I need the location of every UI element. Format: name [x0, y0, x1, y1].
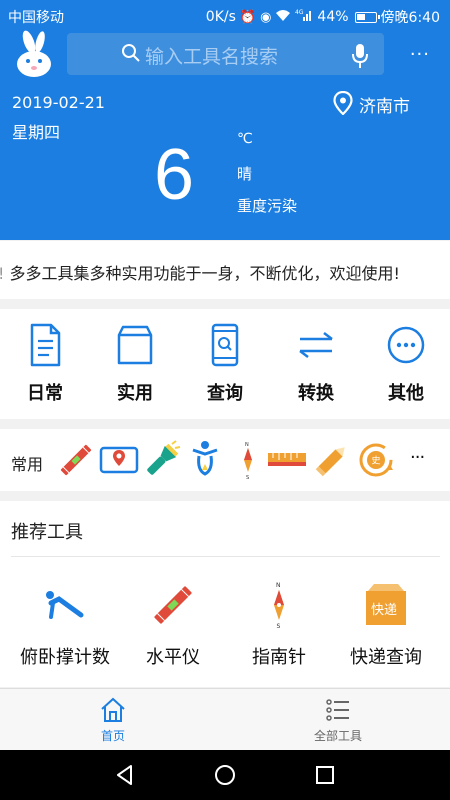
- city-label[interactable]: 济南市: [359, 92, 410, 117]
- battery-icon: [354, 11, 380, 23]
- home-circle-icon[interactable]: [214, 764, 236, 786]
- tab-label: 全部工具: [313, 729, 362, 743]
- category-other[interactable]: 其他: [371, 323, 441, 405]
- svg-text:N: N: [245, 442, 249, 448]
- category-label: 其他: [388, 383, 424, 404]
- tool-express-query[interactable]: 快递 快递查询: [331, 581, 441, 669]
- weekday-label: 星期四: [12, 123, 61, 142]
- body-icon[interactable]: [185, 440, 225, 480]
- frequent-tools-row: 常用 N S 史 ···: [0, 429, 450, 491]
- phone-location-icon[interactable]: [99, 440, 139, 480]
- pencil-icon[interactable]: [312, 440, 352, 480]
- microphone-icon[interactable]: [351, 43, 369, 69]
- tool-label: 俯卧撑计数: [20, 647, 110, 668]
- category-label: 日常: [27, 383, 63, 404]
- history-icon[interactable]: 史: [356, 440, 396, 480]
- divider: [11, 556, 440, 557]
- swap-arrows-icon: [299, 332, 333, 358]
- document-icon: [30, 323, 61, 367]
- battery-percent: 44%: [317, 9, 349, 25]
- status-bar: 中国移动 0K/s ⏰ ◉ 4G 44% 傍晚6:40: [0, 0, 450, 32]
- home-icon: [101, 697, 125, 722]
- svg-text:N: N: [276, 582, 281, 589]
- status-right: 0K/s ⏰ ◉ 4G 44% 傍晚6:40: [206, 7, 440, 27]
- recommended-section: 推荐工具 俯卧撑计数 水平仪 N S 指南针 快递 快递查询: [0, 501, 450, 687]
- system-navigation-bar: [0, 750, 450, 800]
- bottom-tab-bar: 首页 全部工具: [0, 688, 450, 750]
- frequent-more-icon[interactable]: ···: [410, 447, 425, 468]
- box-icon: [117, 325, 153, 365]
- more-menu-icon[interactable]: ···: [410, 44, 430, 65]
- compass-needle-icon: N S: [274, 582, 284, 629]
- tab-home[interactable]: 首页: [63, 697, 163, 744]
- category-daily[interactable]: 日常: [10, 323, 80, 405]
- phone-search-icon: [211, 323, 239, 367]
- recent-apps-icon[interactable]: [314, 764, 336, 786]
- rabbit-logo-icon[interactable]: [12, 30, 56, 78]
- announcement-marquee: ! 多多工具集多种实用功能于一身，不断优化，欢迎使用!: [0, 241, 450, 299]
- air-quality: 重度污染: [237, 197, 298, 215]
- wifi-icon: [275, 9, 291, 25]
- search-bar[interactable]: 输入工具名搜索: [67, 33, 384, 75]
- section-title: 推荐工具: [11, 522, 83, 543]
- category-label: 实用: [117, 383, 153, 404]
- compass-icon[interactable]: N S: [228, 440, 268, 480]
- category-label: 查询: [207, 383, 243, 404]
- alarm-icon: ⏰: [239, 9, 257, 25]
- package-badge-text: 快递: [371, 603, 397, 618]
- svg-text:S: S: [277, 623, 281, 629]
- back-icon[interactable]: [114, 764, 136, 786]
- carrier-label: 中国移动: [8, 10, 64, 26]
- announcement-text: ! 多多工具集多种实用功能于一身，不断优化，欢迎使用!: [0, 260, 400, 284]
- svg-text:S: S: [246, 475, 249, 480]
- weather-header: 中国移动 0K/s ⏰ ◉ 4G 44% 傍晚6:40 输入工具名搜索 ··· …: [0, 0, 450, 240]
- weather-condition: 晴: [237, 165, 253, 183]
- pushup-icon: [46, 591, 84, 619]
- eye-icon: ◉: [260, 9, 272, 25]
- tab-label: 首页: [100, 729, 125, 743]
- flashlight-icon[interactable]: [142, 440, 182, 480]
- list-icon: [326, 699, 349, 721]
- category-convert[interactable]: 转换: [281, 323, 351, 405]
- category-practical[interactable]: 实用: [100, 323, 170, 405]
- category-query[interactable]: 查询: [190, 323, 260, 405]
- frequent-label: 常用: [11, 455, 44, 474]
- temperature-unit: ℃: [237, 131, 253, 147]
- tool-label: 快递查询: [350, 647, 422, 668]
- package-icon: 快递: [366, 584, 406, 625]
- svg-text:史: 史: [372, 455, 381, 467]
- tool-label: 水平仪: [146, 647, 200, 668]
- level-icon: [154, 586, 192, 624]
- temperature-value: 6: [154, 135, 195, 215]
- tool-compass[interactable]: N S 指南针: [224, 581, 334, 669]
- tool-level[interactable]: 水平仪: [118, 581, 228, 669]
- ruler-icon[interactable]: [267, 440, 307, 480]
- level-icon[interactable]: [56, 440, 96, 480]
- search-input[interactable]: 输入工具名搜索: [145, 42, 278, 69]
- network-speed: 0K/s: [205, 9, 236, 25]
- category-label: 转换: [298, 383, 334, 404]
- tool-label: 指南针: [252, 647, 306, 668]
- clock: 傍晚6:40: [380, 10, 440, 26]
- tool-pushup-counter[interactable]: 俯卧撑计数: [10, 581, 120, 669]
- more-circle-icon: [387, 326, 425, 364]
- signal-icon: 4G: [295, 9, 313, 25]
- announcement-body: 多多工具集多种实用功能于一身，不断优化，欢迎使用!: [9, 264, 400, 283]
- category-grid: 日常 实用 查询 转换 其他: [0, 309, 450, 419]
- tab-all-tools[interactable]: 全部工具: [288, 697, 388, 744]
- date-label: 2019-02-21: [12, 93, 105, 112]
- search-icon: [122, 44, 140, 62]
- location-pin-icon[interactable]: [333, 91, 353, 115]
- svg-text:4G: 4G: [295, 9, 304, 16]
